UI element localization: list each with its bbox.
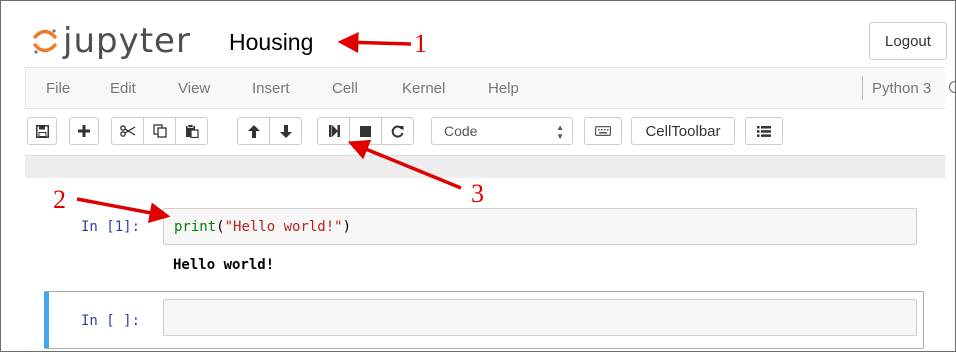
notebook-window: jupyter Housing Logout File Edit View In…	[0, 0, 956, 352]
arrow-2	[76, 197, 171, 224]
annotation-arrows	[76, 32, 462, 224]
annotation-number-2: 2	[53, 185, 66, 214]
annotation-number-3: 3	[471, 179, 484, 208]
arrow-3	[347, 139, 462, 190]
annotation-number-1: 1	[414, 29, 427, 58]
arrow-1	[337, 32, 412, 53]
